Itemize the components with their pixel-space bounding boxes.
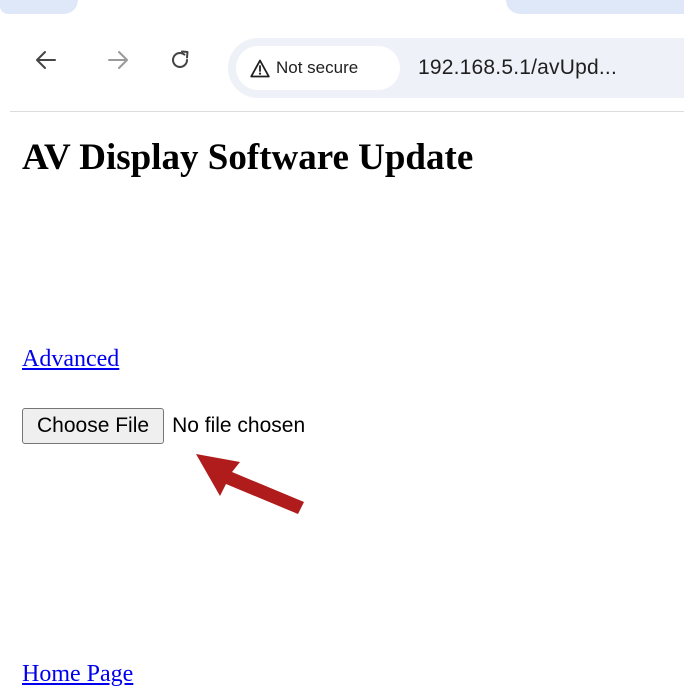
home-page-link[interactable]: Home Page [22,661,133,688]
reload-button[interactable] [162,42,198,78]
security-indicator[interactable]: Not secure [236,46,400,90]
file-status-text: No file chosen [172,414,306,437]
choose-file-button[interactable]: Choose File [22,408,165,444]
url-text[interactable]: 192.168.5.1/avUpd... [418,38,617,98]
back-arrow-icon [36,51,56,69]
file-input: Choose File No file chosen [22,407,305,445]
advanced-link[interactable]: Advanced [22,346,119,373]
warning-triangle-icon [250,59,270,78]
reload-icon [172,50,189,68]
forward-arrow-icon [108,51,128,69]
tab-strip-left [0,0,78,14]
tab-strip-right [506,0,684,14]
security-label: Not secure [276,58,359,77]
red-arrow-annotation [196,454,304,514]
page-title: AV Display Software Update [22,137,474,178]
toolbar-divider [10,111,684,112]
address-bar[interactable]: Not secure 192.168.5.1/avUpd... [228,38,684,98]
forward-button[interactable] [100,42,136,78]
back-button[interactable] [28,42,64,78]
browser-toolbar: Not secure 192.168.5.1/avUpd... [0,14,684,112]
